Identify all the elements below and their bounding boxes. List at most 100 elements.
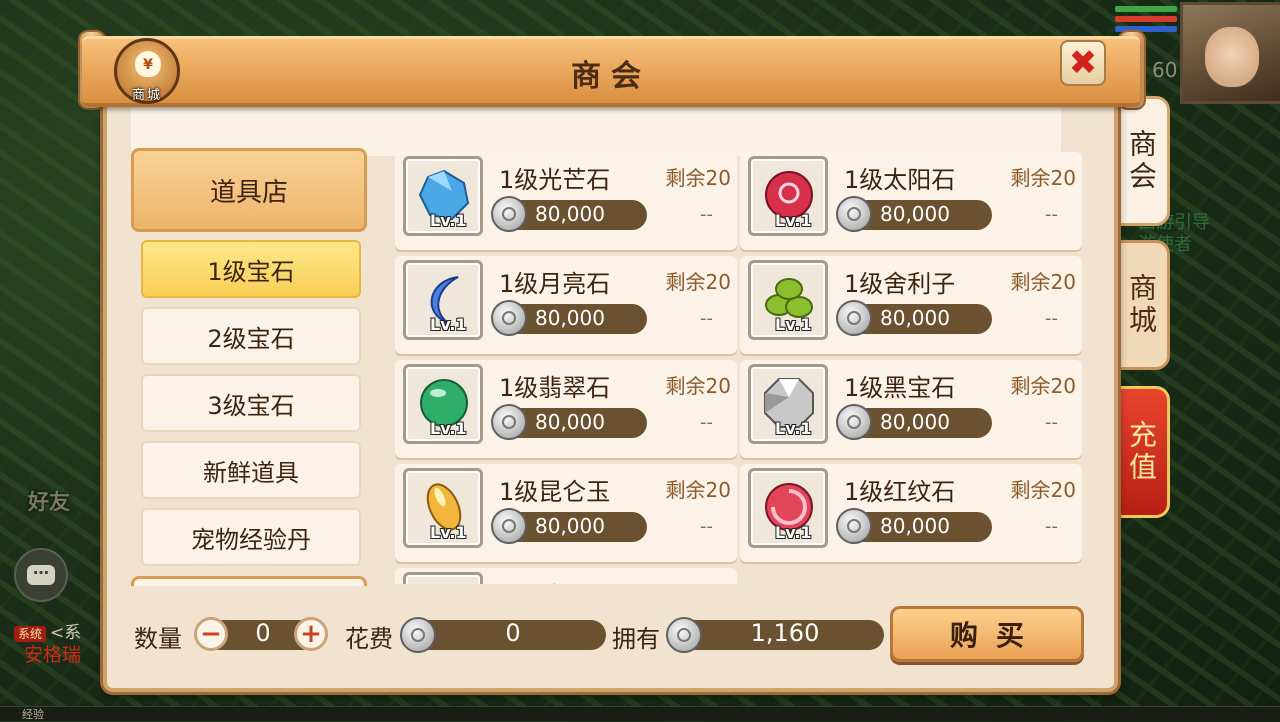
category-item[interactable]: 3级宝石 <box>141 374 361 432</box>
tab-shanghui[interactable]: 商会 <box>1112 96 1170 226</box>
item-icon-frame: Lv.1 <box>748 156 828 236</box>
chat-bubble-icon <box>27 559 55 585</box>
category-list-overflow <box>131 576 367 586</box>
chat-button[interactable] <box>14 548 68 602</box>
item-price: 80,000 <box>880 514 950 538</box>
item-name: 1级舍利子 <box>844 270 956 298</box>
item-price: 80,000 <box>535 306 605 330</box>
item-stock: 剩余20 <box>1010 166 1076 190</box>
item-price: 80,000 <box>880 202 950 226</box>
silver-coin-icon <box>836 300 872 336</box>
item-stock: 剩余20 <box>665 374 731 398</box>
item-icon-frame: Lv.1 <box>403 260 483 340</box>
item-icon-frame: Lv.1 <box>403 572 483 584</box>
shop-item[interactable]: Lv.1 1级黑宝石 剩余20 80,000 -- <box>740 360 1082 458</box>
shop-item[interactable]: Lv.1 1级月亮石 剩余20 80,000 -- <box>395 256 737 354</box>
item-level: Lv.1 <box>775 315 812 334</box>
item-level: Lv.1 <box>775 419 812 438</box>
quantity-label: 数量 <box>134 625 182 653</box>
shop-item[interactable]: Lv.1 1级光芒石 剩余20 80,000 -- <box>395 152 737 250</box>
item-name: 1级神秘石 <box>499 576 610 584</box>
item-extra: -- <box>1045 412 1058 433</box>
item-extra: -- <box>700 204 713 225</box>
money-bag-icon: ¥ <box>135 51 161 77</box>
close-icon: ✖ <box>1068 43 1098 83</box>
item-extra: -- <box>1045 204 1058 225</box>
category-item[interactable]: 新鲜道具 <box>141 441 361 499</box>
item-price: 80,000 <box>880 410 950 434</box>
item-icon-frame: Lv.1 <box>403 156 483 236</box>
quantity-plus-button[interactable]: + <box>294 617 328 651</box>
silver-coin-icon <box>666 617 702 653</box>
shop-item[interactable]: Lv.1 1级昆仑玉 剩余20 80,000 -- <box>395 464 737 562</box>
item-extra: -- <box>1045 308 1058 329</box>
item-level: Lv.1 <box>430 523 467 542</box>
portrait-face <box>1205 27 1259 87</box>
hp-bar <box>1115 6 1177 12</box>
panel-title: 商会 <box>571 59 651 94</box>
item-price: 80,000 <box>535 410 605 434</box>
silver-coin-icon <box>491 300 527 336</box>
quantity-value[interactable]: 0 <box>228 619 298 647</box>
item-stock: 剩余20 <box>665 166 731 190</box>
cost-value: 0 <box>505 619 521 647</box>
category-header-item-shop[interactable]: 道具店 <box>131 148 367 232</box>
item-icon-frame: Lv.1 <box>748 260 828 340</box>
silver-coin-icon <box>491 196 527 232</box>
item-name: 1级红纹石 <box>844 478 956 506</box>
silver-coin-icon <box>491 508 527 544</box>
item-level: Lv.1 <box>775 211 812 230</box>
item-level: Lv.1 <box>430 211 467 230</box>
item-level: Lv.1 <box>430 315 467 334</box>
player-portrait[interactable] <box>1180 2 1280 104</box>
item-icon-frame: Lv.1 <box>748 364 828 444</box>
close-button[interactable]: ✖ <box>1060 40 1106 86</box>
item-extra: -- <box>1045 516 1058 537</box>
mp-bar <box>1115 16 1177 22</box>
shop-item[interactable]: Lv.1 1级神秘石 剩余20 80,000 -- <box>395 568 737 584</box>
shop-item[interactable]: Lv.1 1级红纹石 剩余20 80,000 -- <box>740 464 1082 562</box>
tab-chongzhi[interactable]: 充值 <box>1112 386 1170 518</box>
item-icon-frame: Lv.1 <box>748 468 828 548</box>
shop-item[interactable]: Lv.1 1级舍利子 剩余20 80,000 -- <box>740 256 1082 354</box>
buy-button[interactable]: 购买 <box>890 606 1084 662</box>
title-bar: 商会 <box>82 36 1140 107</box>
system-player-name: 安格瑞 <box>24 644 82 666</box>
friends-button[interactable]: 好友 <box>28 486 70 516</box>
item-name: 1级黑宝石 <box>844 374 956 402</box>
item-price: 80,000 <box>535 202 605 226</box>
owned-label: 拥有 <box>612 625 660 653</box>
item-level: Lv.1 <box>430 419 467 438</box>
item-name: 1级昆仑玉 <box>499 478 611 506</box>
silver-coin-icon <box>836 508 872 544</box>
shop-item[interactable]: Lv.1 1级翡翠石 剩余20 80,000 -- <box>395 360 737 458</box>
category-item[interactable]: 宠物经验丹 <box>141 508 361 566</box>
item-extra: -- <box>700 412 713 433</box>
silver-coin-icon <box>836 196 872 232</box>
item-stock: 剩余20 <box>1010 478 1076 502</box>
minus-icon: − <box>200 619 222 649</box>
cost-label: 花费 <box>345 625 393 653</box>
level-text: 60 <box>1152 58 1178 82</box>
item-icon-frame: Lv.1 <box>403 364 483 444</box>
category-item[interactable]: 1级宝石 <box>141 240 361 298</box>
item-stock: 剩余20 <box>666 578 731 584</box>
silver-coin-icon <box>491 404 527 440</box>
item-stock: 剩余20 <box>665 270 731 294</box>
silver-coin-icon <box>836 404 872 440</box>
tab-shangcheng[interactable]: 商城 <box>1112 240 1170 370</box>
item-level: Lv.1 <box>775 523 812 542</box>
item-name: 1级太阳石 <box>844 166 956 194</box>
item-name: 1级翡翠石 <box>499 374 611 402</box>
shop-item[interactable]: Lv.1 1级太阳石 剩余20 80,000 -- <box>740 152 1082 250</box>
item-extra: -- <box>700 308 713 329</box>
plus-icon: + <box>300 619 322 649</box>
quantity-minus-button[interactable]: − <box>194 617 228 651</box>
category-item[interactable]: 2级宝石 <box>141 307 361 365</box>
item-stock: 剩余20 <box>665 478 731 502</box>
item-price: 80,000 <box>880 306 950 330</box>
exp-bar <box>0 706 1280 721</box>
item-icon-frame: Lv.1 <box>403 468 483 548</box>
owned-value: 1,160 <box>750 619 820 647</box>
item-stock: 剩余20 <box>1010 374 1076 398</box>
